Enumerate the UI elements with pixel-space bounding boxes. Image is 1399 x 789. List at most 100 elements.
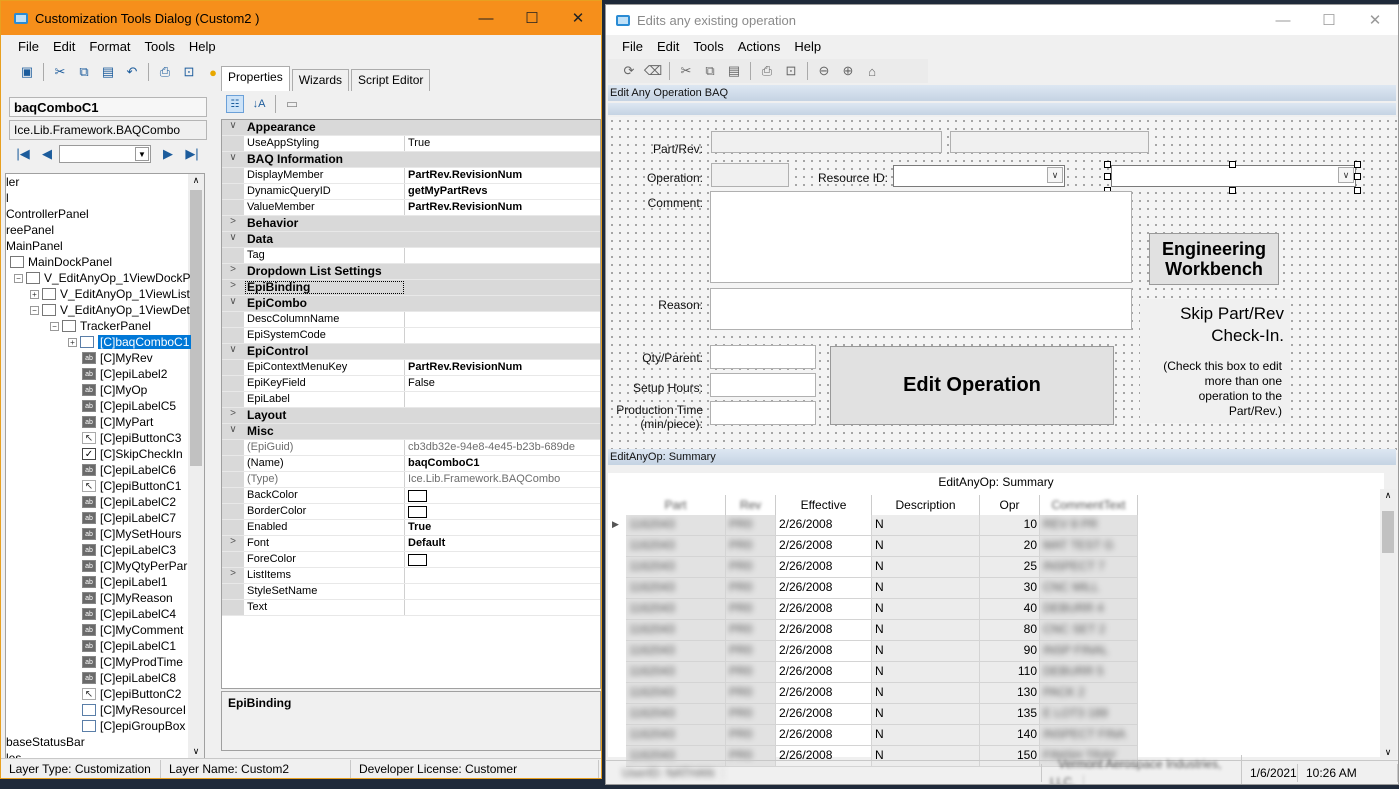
tree-node[interactable]: baseStatusBar bbox=[6, 734, 85, 750]
property-category[interactable]: > Dropdown List Settings bbox=[222, 264, 600, 280]
table-cell[interactable]: 2/26/2008 bbox=[776, 620, 872, 641]
property-row[interactable]: EpiKeyField False bbox=[222, 376, 600, 392]
tree-node[interactable]: ab [C]epiLabelC4 bbox=[82, 606, 176, 622]
expand-icon[interactable]: + bbox=[30, 289, 39, 299]
resize-handle[interactable] bbox=[1229, 161, 1236, 168]
table-cell[interactable]: PR0 bbox=[726, 536, 776, 557]
property-value[interactable] bbox=[405, 488, 600, 503]
tree-node[interactable]: ↖ [C]epiButtonC3 bbox=[82, 430, 181, 446]
resource-id-combo[interactable]: ∨ bbox=[893, 165, 1065, 187]
table-cell[interactable]: 1162043 bbox=[626, 515, 726, 536]
table-cell[interactable]: 2/26/2008 bbox=[776, 641, 872, 662]
tree-node[interactable]: ✓ [C]SkipCheckIn bbox=[82, 446, 183, 462]
table-cell[interactable]: 2/26/2008 bbox=[776, 515, 872, 536]
table-cell[interactable]: 140 bbox=[980, 725, 1040, 746]
expand-icon[interactable]: + bbox=[68, 337, 77, 347]
table-cell[interactable]: 10 bbox=[980, 515, 1040, 536]
table-cell[interactable]: INSP FINAL bbox=[1040, 641, 1138, 662]
table-cell[interactable]: PR0 bbox=[726, 725, 776, 746]
categorized-icon[interactable]: ☷ bbox=[226, 95, 244, 113]
tree-node[interactable]: MainDockPanel bbox=[10, 254, 112, 270]
tree-node[interactable]: ab [C]epiLabel2 bbox=[82, 366, 167, 382]
maximize-icon[interactable]: ☐ bbox=[1306, 5, 1352, 35]
collapse-icon[interactable]: ∨ bbox=[222, 152, 244, 167]
collapse-icon[interactable]: − bbox=[30, 305, 39, 315]
property-value[interactable]: baqComboC1 bbox=[405, 456, 600, 471]
property-value[interactable] bbox=[405, 600, 600, 615]
column-header[interactable]: Opr bbox=[980, 495, 1040, 515]
table-cell[interactable]: E LOT3 189 bbox=[1040, 704, 1138, 725]
forward-icon[interactable]: ⊕ bbox=[839, 62, 857, 80]
menu-edit[interactable]: Edit bbox=[650, 37, 686, 57]
tree-node[interactable]: − V_EditAnyOp_1ViewDet bbox=[30, 302, 190, 318]
tree-node[interactable]: + V_EditAnyOp_1ViewList bbox=[30, 286, 190, 302]
tree-node[interactable]: ab [C]epiLabelC5 bbox=[82, 398, 176, 414]
paste-icon[interactable]: ▤ bbox=[99, 63, 117, 81]
column-header[interactable]: Rev bbox=[726, 495, 776, 515]
table-cell[interactable]: PR0 bbox=[726, 662, 776, 683]
tab-script-editor[interactable]: Script Editor bbox=[351, 69, 431, 91]
property-value[interactable] bbox=[405, 568, 600, 583]
tree-node[interactable]: ab [C]epiLabelC1 bbox=[82, 638, 176, 654]
tree-node[interactable]: ControllerPanel bbox=[6, 206, 89, 222]
expand-icon[interactable]: > bbox=[222, 408, 244, 423]
print-preview-icon[interactable]: ⊡ bbox=[782, 62, 800, 80]
qty-parent-field[interactable] bbox=[710, 345, 816, 369]
property-row[interactable]: EpiSystemCode bbox=[222, 328, 600, 344]
table-cell[interactable]: 2/26/2008 bbox=[776, 578, 872, 599]
tree-node[interactable]: ab [C]epiLabel1 bbox=[82, 574, 167, 590]
setup-hours-field[interactable] bbox=[710, 373, 816, 397]
tree-node[interactable]: ab [C]MyOp bbox=[82, 382, 147, 398]
scroll-down-icon[interactable]: ∨ bbox=[188, 746, 204, 757]
property-value[interactable]: False bbox=[405, 376, 600, 391]
copy-icon[interactable]: ⧉ bbox=[75, 63, 93, 81]
close-icon[interactable]: ✕ bbox=[1352, 5, 1398, 35]
property-row[interactable]: Enabled True bbox=[222, 520, 600, 536]
property-value[interactable] bbox=[405, 328, 600, 343]
table-cell[interactable]: 2/26/2008 bbox=[776, 536, 872, 557]
menu-edit[interactable]: Edit bbox=[46, 37, 82, 57]
skip-checkin-checkbox[interactable]: Skip Part/Rev Check-In. (Check this box … bbox=[1140, 299, 1290, 423]
control-tree[interactable]: ∧ ∨ ler l ControllerPanel reePanel MainPanel… bbox=[5, 173, 205, 759]
table-cell[interactable]: N bbox=[872, 536, 980, 557]
property-row[interactable]: DisplayMember PartRev.RevisionNum bbox=[222, 168, 600, 184]
tree-node[interactable]: ab [C]epiLabelC2 bbox=[82, 494, 176, 510]
summary-grid[interactable]: EditAnyOp: Summary Part Rev Effective Descr… bbox=[608, 473, 1384, 767]
collapse-icon[interactable]: ∨ bbox=[222, 344, 244, 359]
column-header[interactable]: Description bbox=[872, 495, 980, 515]
collapse-icon[interactable]: ∨ bbox=[222, 120, 244, 135]
property-value[interactable] bbox=[405, 584, 600, 599]
resize-handle[interactable] bbox=[1354, 161, 1361, 168]
table-cell[interactable]: N bbox=[872, 599, 980, 620]
table-cell[interactable]: N bbox=[872, 578, 980, 599]
cut-icon[interactable]: ✂ bbox=[677, 62, 695, 80]
property-value[interactable] bbox=[405, 392, 600, 407]
save-icon[interactable]: ▣ bbox=[18, 63, 36, 81]
tree-node[interactable]: ab [C]MyReason bbox=[82, 590, 173, 606]
table-cell[interactable]: PACK 2 bbox=[1040, 683, 1138, 704]
property-row[interactable]: > Font Default bbox=[222, 536, 600, 552]
resize-handle[interactable] bbox=[1104, 173, 1111, 180]
table-cell[interactable]: 1162043 bbox=[626, 662, 726, 683]
property-row[interactable]: EpiContextMenuKey PartRev.RevisionNum bbox=[222, 360, 600, 376]
table-cell[interactable]: 1162043 bbox=[626, 641, 726, 662]
table-cell[interactable]: 2/26/2008 bbox=[776, 557, 872, 578]
property-category[interactable]: ∨ Data bbox=[222, 232, 600, 248]
grid-scroll-thumb[interactable] bbox=[1382, 511, 1394, 553]
eraser-icon[interactable]: ⌫ bbox=[644, 62, 662, 80]
table-cell[interactable]: 30 bbox=[980, 578, 1040, 599]
properties-icon[interactable]: ● bbox=[204, 63, 222, 81]
property-category[interactable]: > Behavior bbox=[222, 216, 600, 232]
last-record-icon[interactable]: ▶| bbox=[183, 145, 201, 163]
maximize-icon[interactable]: ☐ bbox=[509, 1, 555, 35]
table-cell[interactable]: DEBURR 5 bbox=[1040, 662, 1138, 683]
resize-handle[interactable] bbox=[1104, 161, 1111, 168]
reason-field[interactable] bbox=[710, 288, 1132, 330]
collapse-icon[interactable]: ∨ bbox=[222, 424, 244, 439]
table-cell[interactable]: INSPECT FINA bbox=[1040, 725, 1138, 746]
property-grid[interactable]: ∨ Appearance UseAppStyling True ∨ BAQ Informa… bbox=[221, 119, 601, 689]
property-row[interactable]: ValueMember PartRev.RevisionNum bbox=[222, 200, 600, 216]
table-cell[interactable]: 1162043 bbox=[626, 599, 726, 620]
print-icon[interactable]: ⎙ bbox=[758, 62, 776, 80]
property-row[interactable]: StyleSetName bbox=[222, 584, 600, 600]
